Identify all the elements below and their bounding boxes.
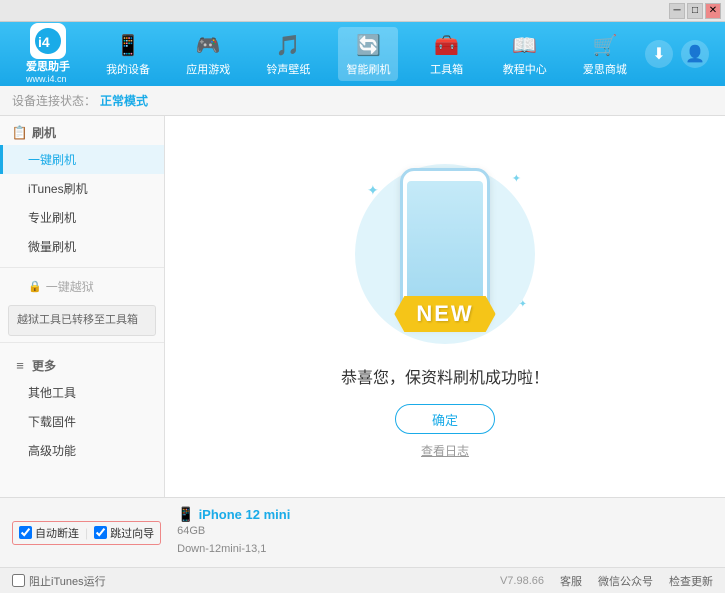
checkbox-divider: |	[85, 526, 88, 540]
block-itunes-label: 阻止iTunes运行	[29, 573, 106, 589]
sidebar-item-advanced[interactable]: 高级功能	[0, 436, 164, 465]
new-badge: NEW	[394, 296, 495, 332]
logo-text: 爱思助手 www.i4.cn	[26, 61, 70, 85]
nav-ringtones[interactable]: 🎵 铃声壁纸	[258, 27, 318, 81]
sidebar-item-pro-flash[interactable]: 专业刷机	[0, 203, 164, 232]
nav-items: 📱 我的设备 🎮 应用游戏 🎵 铃声壁纸 🔄 智能刷机 🧰 工具箱 📖 教程中心…	[88, 27, 645, 81]
sidebar-warning-box: 越狱工具已转移至工具箱	[8, 305, 156, 336]
sidebar-item-itunes-flash[interactable]: iTunes刷机	[0, 174, 164, 203]
apps-icon: 🎮	[194, 31, 222, 59]
user-button[interactable]: 👤	[681, 40, 709, 68]
logo[interactable]: i4 爱思助手 www.i4.cn	[8, 23, 88, 85]
success-text: 恭喜您，保资料刷机成功啦！	[341, 364, 549, 388]
logo-icon: i4	[30, 23, 66, 59]
header-right: ⬇ 👤	[645, 40, 717, 68]
sidebar-divider-1	[0, 267, 164, 268]
nav-my-device[interactable]: 📱 我的设备	[98, 27, 158, 81]
secondary-link[interactable]: 查看日志	[421, 442, 469, 459]
device-info: 📱 iPhone 12 mini 64GB Down-12mini-13,1	[177, 506, 290, 558]
sidebar-item-save-flash[interactable]: 微量刷机	[0, 232, 164, 261]
more-section-icon: ≡	[12, 357, 28, 373]
toolbox-icon: 🧰	[433, 31, 461, 59]
footer: 阻止iTunes运行 V7.98.66 客服 微信公众号 检查更新	[0, 567, 725, 593]
sparkle-3: ✦	[519, 299, 527, 310]
status-value: 正常模式	[100, 92, 148, 109]
close-button[interactable]: ✕	[705, 3, 721, 19]
device-phone-icon: 📱	[177, 506, 194, 523]
download-button[interactable]: ⬇	[645, 40, 673, 68]
success-illustration: NEW ✦ ✦ ✦	[345, 154, 545, 354]
sidebar-item-one-key-flash[interactable]: 一键刷机	[0, 145, 164, 174]
nav-tutorial[interactable]: 📖 教程中心	[495, 27, 555, 81]
device-icon: 📱	[114, 31, 142, 59]
wechat-link[interactable]: 微信公众号	[598, 573, 653, 589]
sidebar-section-more: ≡ 更多	[0, 349, 164, 378]
auto-connect-checkbox[interactable]: 自动断连	[19, 525, 79, 541]
main-layout: 📋 刷机 一键刷机 iTunes刷机 专业刷机 微量刷机 🔒 一键越狱 越狱工具…	[0, 116, 725, 497]
svg-text:i4: i4	[38, 34, 50, 50]
shop-icon: 🛒	[591, 31, 619, 59]
skip-wizard-checkbox[interactable]: 跳过向导	[94, 525, 154, 541]
sidebar-section-jailbreak: 🔒 一键越狱	[0, 274, 164, 299]
check-update-link[interactable]: 检查更新	[669, 573, 713, 589]
auto-connect-input[interactable]	[19, 526, 32, 539]
device-system: Down-12mini-13,1	[177, 541, 290, 559]
sidebar-section-flash: 📋 刷机	[0, 116, 164, 145]
sparkle-2: ✦	[512, 172, 521, 185]
phone-screen	[407, 181, 483, 311]
tutorial-icon: 📖	[511, 31, 539, 59]
sidebar-divider-2	[0, 342, 164, 343]
sparkle-1: ✦	[367, 182, 379, 199]
checkbox-group: 自动断连 | 跳过向导	[12, 521, 161, 545]
footer-right: V7.98.66 客服 微信公众号 检查更新	[500, 573, 713, 589]
status-label: 设备连接状态：	[12, 92, 96, 109]
skip-wizard-input[interactable]	[94, 526, 107, 539]
minimize-button[interactable]: ─	[669, 3, 685, 19]
lock-icon: 🔒	[28, 280, 42, 293]
flash-section-icon: 📋	[12, 125, 28, 141]
ringtone-icon: 🎵	[274, 31, 302, 59]
content-area: NEW ✦ ✦ ✦ 恭喜您，保资料刷机成功啦！ 确定 查看日志	[165, 116, 725, 497]
header: i4 爱思助手 www.i4.cn 📱 我的设备 🎮 应用游戏 🎵 铃声壁纸 🔄…	[0, 22, 725, 86]
nav-smart-flash[interactable]: 🔄 智能刷机	[338, 27, 398, 81]
customer-service-link[interactable]: 客服	[560, 573, 582, 589]
nav-apps-games[interactable]: 🎮 应用游戏	[178, 27, 238, 81]
device-storage: 64GB	[177, 523, 290, 541]
block-itunes-checkbox[interactable]	[12, 574, 25, 587]
sidebar-item-download-fw[interactable]: 下载固件	[0, 407, 164, 436]
device-name: 📱 iPhone 12 mini	[177, 506, 290, 523]
confirm-button[interactable]: 确定	[395, 404, 495, 434]
restore-button[interactable]: □	[687, 3, 703, 19]
flash-icon: 🔄	[354, 31, 382, 59]
sidebar-item-other-tools[interactable]: 其他工具	[0, 378, 164, 407]
device-bar: 自动断连 | 跳过向导 📱 iPhone 12 mini 64GB Down-1…	[0, 497, 725, 567]
sidebar: 📋 刷机 一键刷机 iTunes刷机 专业刷机 微量刷机 🔒 一键越狱 越狱工具…	[0, 116, 165, 497]
status-bar: 设备连接状态： 正常模式	[0, 86, 725, 116]
title-bar: ─ □ ✕	[0, 0, 725, 22]
version-label: V7.98.66	[500, 575, 544, 587]
footer-left: 阻止iTunes运行	[12, 573, 106, 589]
nav-shop[interactable]: 🛒 爱思商城	[575, 27, 635, 81]
nav-toolbox[interactable]: 🧰 工具箱	[419, 27, 475, 81]
